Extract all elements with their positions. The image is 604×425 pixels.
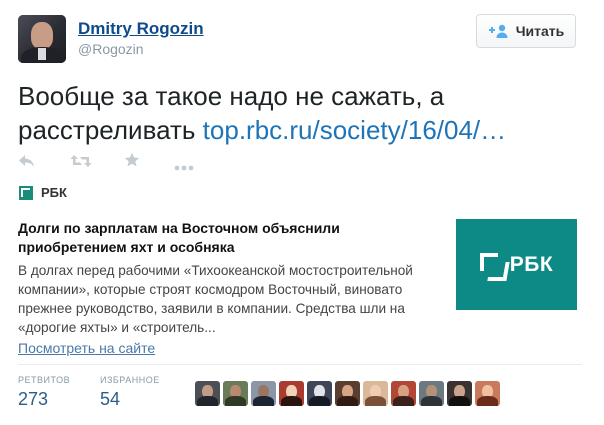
favoriter-avatar[interactable]	[251, 381, 276, 406]
author-name[interactable]: Dmitry Rogozin	[78, 19, 204, 39]
follow-button[interactable]: Читать	[476, 14, 576, 48]
card-description: В долгах перед рабочими «Тихоокеанской м…	[18, 263, 413, 335]
card-source-name: РБК	[41, 185, 67, 200]
more-icon[interactable]	[174, 158, 194, 176]
favoriter-avatar[interactable]	[447, 381, 472, 406]
favoriter-avatar[interactable]	[223, 381, 248, 406]
favoriter-avatar[interactable]	[335, 381, 360, 406]
author-avatar[interactable]	[18, 15, 66, 63]
stats-divider	[18, 364, 582, 365]
favoriter-avatar[interactable]	[195, 381, 220, 406]
favoriters-list	[195, 381, 500, 406]
retweets-stat[interactable]: РЕТВИТОВ 273	[18, 375, 70, 410]
card-thumbnail-text: РБК	[509, 252, 554, 276]
favoriter-avatar[interactable]	[391, 381, 416, 406]
add-user-icon	[488, 24, 510, 38]
favorites-label: ИЗБРАННОЕ	[100, 375, 160, 385]
view-on-site-link[interactable]: Посмотреть на сайте	[18, 340, 155, 356]
favoriter-avatar[interactable]	[419, 381, 444, 406]
card-title[interactable]: Долги по зарплатам на Восточном объяснил…	[18, 219, 438, 257]
favoriter-avatar[interactable]	[307, 381, 332, 406]
retweets-label: РЕТВИТОВ	[18, 375, 71, 385]
tweet-text: Вообще за такое надо не сажать, а расстр…	[18, 79, 588, 147]
favoriter-avatar[interactable]	[475, 381, 500, 406]
favoriter-avatar[interactable]	[363, 381, 388, 406]
favoriter-avatar[interactable]	[279, 381, 304, 406]
favorites-count: 54	[100, 389, 121, 409]
favorites-stat[interactable]: ИЗБРАННОЕ 54	[100, 375, 160, 410]
retweets-count: 273	[18, 389, 49, 409]
retweet-icon[interactable]	[70, 154, 92, 173]
rbc-thumbnail-logo-icon	[479, 252, 504, 277]
author-handle[interactable]: @Rogozin	[78, 41, 144, 57]
favorite-icon[interactable]	[124, 152, 140, 173]
tweet-link[interactable]: top.rbc.ru/society/16/04/…	[203, 115, 506, 145]
card-source[interactable]: РБК	[19, 185, 67, 200]
reply-icon[interactable]	[18, 154, 36, 173]
card-thumbnail[interactable]: РБК	[456, 219, 577, 310]
follow-button-label: Читать	[515, 23, 565, 39]
rbc-logo-icon	[19, 185, 33, 200]
